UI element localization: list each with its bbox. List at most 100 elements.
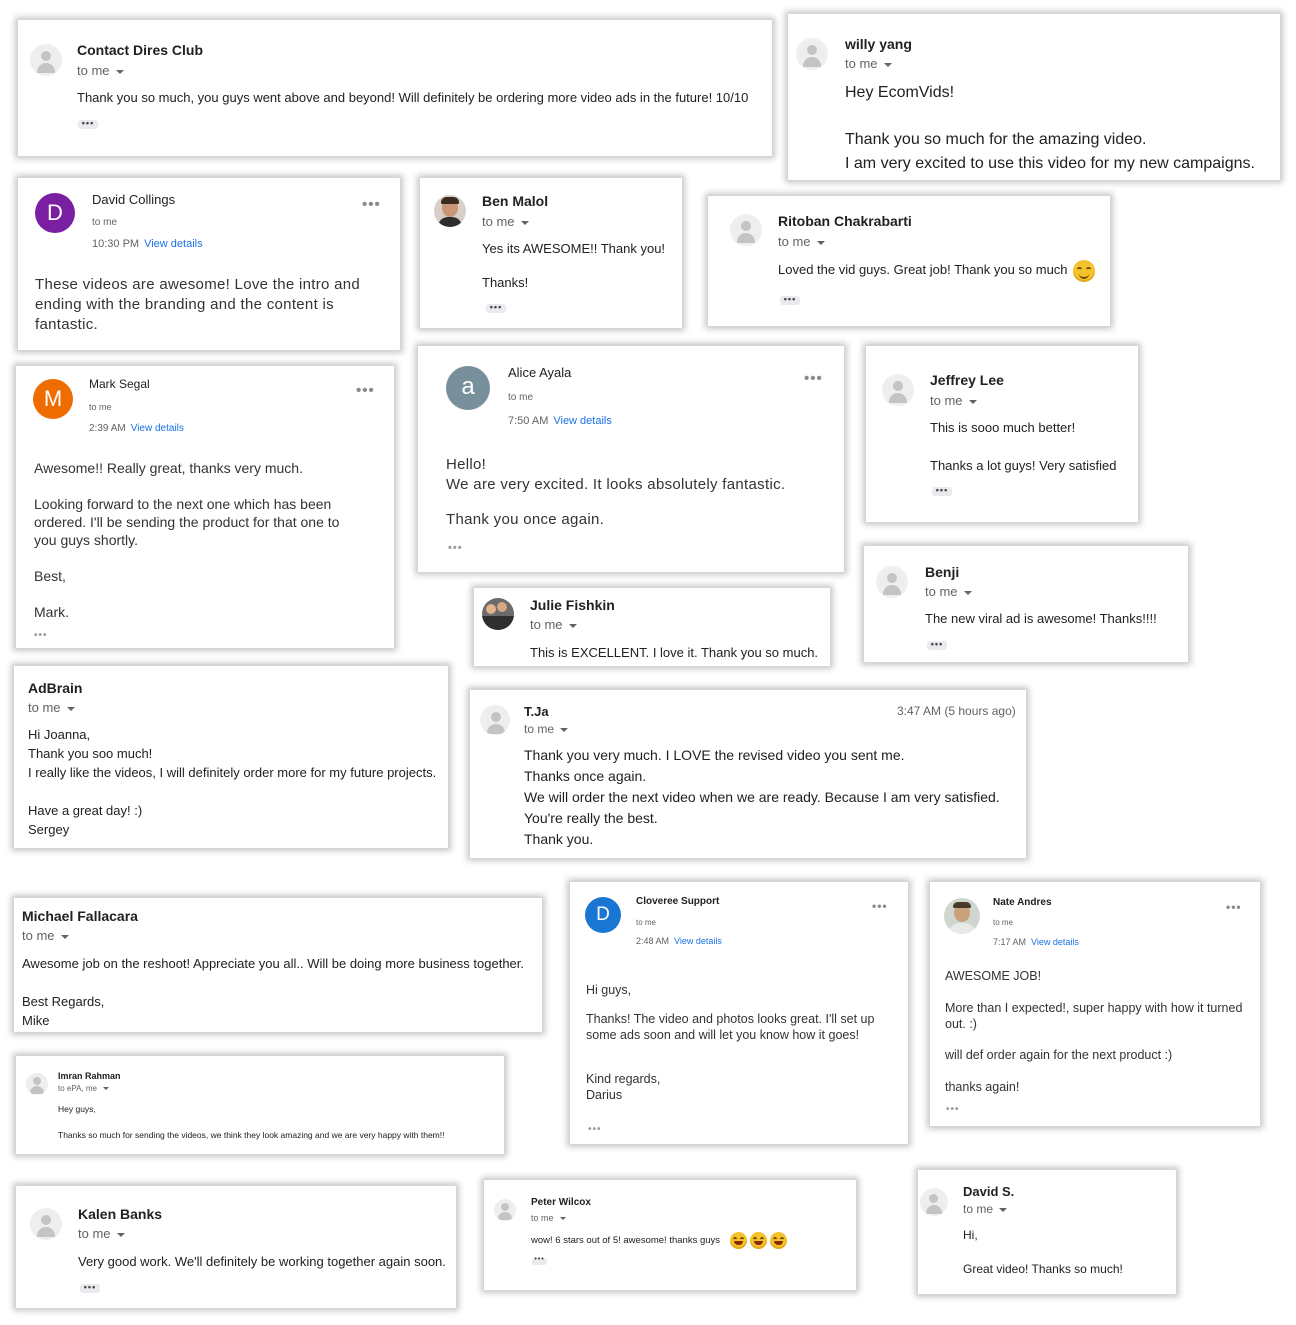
timestamp: 2:39 AM View details	[89, 423, 184, 434]
avatar-placeholder-icon	[494, 1199, 516, 1221]
message-line: will def order again for the next produc…	[945, 1048, 1173, 1062]
view-details-link[interactable]: View details	[553, 415, 612, 427]
recipient-dropdown[interactable]: to me	[524, 722, 569, 736]
sender-name: Ritoban Chakrabarti	[778, 213, 912, 229]
chevron-down-icon	[999, 1207, 1008, 1212]
view-details-link[interactable]: View details	[1031, 937, 1079, 947]
recipient-dropdown[interactable]: to me	[531, 1213, 566, 1223]
recipient-dropdown[interactable]: to me	[925, 584, 972, 599]
sender-name: Benji	[925, 564, 960, 580]
message-line: We are very excited. It looks absolutely…	[446, 476, 786, 493]
view-details-link[interactable]: View details	[131, 423, 184, 434]
more-options-icon[interactable]: •••	[804, 370, 823, 387]
sender-name: T.Ja	[524, 704, 549, 719]
email-card-ben-malol[interactable]: Ben Malol to me Yes its AWESOME!! Thank …	[420, 178, 682, 328]
laughing-emoji-icon	[730, 1232, 747, 1249]
trimmed-content-icon[interactable]: •••	[34, 630, 48, 641]
email-card-nate-andres[interactable]: Nate Andres ••• to me 7:17 AM View detail…	[930, 882, 1260, 1126]
email-card-kalen-banks[interactable]: Kalen Banks to me Very good work. We'll …	[16, 1186, 456, 1308]
message-body: Very good work. We'll definitely be work…	[78, 1254, 446, 1269]
recipient-dropdown[interactable]: to me	[530, 617, 577, 632]
avatar-placeholder-icon	[876, 566, 908, 598]
message-line: Have a great day! :)	[28, 803, 143, 818]
timestamp: 3:47 AM (5 hours ago)	[897, 704, 1016, 718]
recipient-dropdown[interactable]: to me	[28, 700, 75, 715]
email-card-david-s[interactable]: David S. to me Hi, Great video! Thanks s…	[918, 1170, 1176, 1294]
show-trimmed-button[interactable]: •••	[78, 119, 98, 129]
chevron-down-icon	[963, 590, 972, 595]
avatar-placeholder-icon	[30, 1208, 62, 1240]
more-options-icon[interactable]: •••	[356, 382, 375, 399]
message-line: Thank you.	[524, 831, 594, 847]
recipient-dropdown[interactable]: to me	[778, 234, 825, 249]
avatar-placeholder-icon	[30, 44, 62, 76]
message-body: Loved the vid guys. Great job! Thank you…	[778, 262, 1068, 277]
show-trimmed-button[interactable]: •••	[780, 295, 800, 305]
show-trimmed-button[interactable]: •••	[932, 486, 952, 496]
chevron-down-icon	[115, 69, 124, 74]
recipient-dropdown[interactable]: to me	[930, 393, 977, 408]
trimmed-content-icon[interactable]: •••	[448, 542, 463, 554]
message-line: Thanks once again.	[524, 768, 647, 784]
message-line: Thank you so much for the amazing video.	[845, 131, 1147, 148]
message-line: You're really the best.	[524, 810, 658, 826]
chevron-down-icon	[60, 934, 69, 939]
recipient-dropdown[interactable]: to me	[77, 63, 124, 78]
email-card-peter-wilcox[interactable]: Peter Wilcox to me wow! 6 stars out of 5…	[484, 1180, 856, 1290]
more-options-icon[interactable]: •••	[1226, 900, 1242, 914]
sender-name: Imran Rahman	[58, 1071, 121, 1081]
email-card-alice-ayala[interactable]: a Alice Ayala ••• to me 7:50 AM View deta…	[418, 346, 844, 572]
message-line: Kind regards,	[586, 1072, 661, 1086]
recipient-dropdown[interactable]: to me	[482, 214, 529, 229]
email-card-michael-fallacara[interactable]: Michael Fallacara to me Awesome job on t…	[14, 898, 542, 1032]
show-trimmed-button[interactable]: •••	[80, 1283, 100, 1293]
email-card-willy-yang[interactable]: willy yang to me Hey EcomVids! Thank you…	[788, 14, 1280, 180]
recipient-dropdown[interactable]: to me	[845, 56, 892, 71]
chevron-down-icon	[102, 1087, 109, 1091]
email-card-mark-segal[interactable]: M Mark Segal ••• to me 2:39 AM View detai…	[16, 366, 394, 648]
avatar	[434, 195, 466, 227]
more-options-icon[interactable]: •••	[362, 196, 381, 213]
recipient-label: to me	[636, 918, 657, 927]
avatar-placeholder-icon	[796, 38, 828, 70]
email-card-tja[interactable]: T.Ja 3:47 AM (5 hours ago) to me Thank y…	[470, 690, 1026, 858]
message-line: Awesome job on the reshoot! Appreciate y…	[22, 956, 524, 971]
view-details-link[interactable]: View details	[674, 936, 722, 946]
message-line: Best,	[34, 568, 66, 584]
sender-name: AdBrain	[28, 680, 83, 696]
email-card-jeffrey-lee[interactable]: Jeffrey Lee to me This is sooo much bett…	[866, 346, 1138, 522]
show-trimmed-button[interactable]: •••	[927, 640, 947, 650]
chevron-down-icon	[568, 623, 577, 628]
chevron-down-icon	[560, 727, 569, 732]
email-card-contact-dires-club[interactable]: Contact Dires Club to me Thank you so mu…	[18, 20, 772, 156]
sender-name: willy yang	[845, 36, 912, 52]
email-card-benji[interactable]: Benji to me The new viral ad is awesome!…	[864, 546, 1188, 662]
trimmed-content-icon[interactable]: •••	[946, 1104, 960, 1115]
sender-name: Peter Wilcox	[531, 1197, 591, 1208]
recipient-label: to me	[89, 402, 112, 412]
email-card-imran-rahman[interactable]: Imran Rahman to ePA, me Hey guys, Thanks…	[16, 1056, 504, 1154]
email-card-david-collings[interactable]: D David Collings ••• to me 10:30 PM View …	[18, 178, 400, 350]
email-card-julie-fishkin[interactable]: Julie Fishkin to me This is EXCELLENT. I…	[474, 588, 830, 666]
recipient-dropdown[interactable]: to me	[963, 1202, 1008, 1216]
message-line: Thank you once again.	[446, 511, 605, 528]
view-details-link[interactable]: View details	[144, 238, 203, 250]
timestamp: 10:30 PM View details	[92, 238, 203, 250]
email-card-cloveree-support[interactable]: D Cloveree Support ••• to me 2:48 AM View…	[570, 882, 908, 1144]
sender-name: Jeffrey Lee	[930, 372, 1004, 388]
message-line: thanks again!	[945, 1080, 1020, 1094]
show-trimmed-button[interactable]: •••	[532, 1256, 547, 1265]
more-options-icon[interactable]: •••	[872, 899, 888, 913]
message-line: Best Regards,	[22, 994, 105, 1009]
email-card-ritoban[interactable]: Ritoban Chakrabarti to me Loved the vid …	[708, 196, 1110, 326]
trimmed-content-icon[interactable]: •••	[588, 1124, 602, 1135]
email-card-adbrain[interactable]: AdBrain to me Hi Joanna, Thank you soo m…	[14, 666, 448, 848]
recipient-dropdown[interactable]: to me	[22, 928, 69, 943]
message-line: Thanks! The video and photos looks great…	[586, 1012, 875, 1042]
show-trimmed-button[interactable]: •••	[486, 303, 506, 313]
recipient-dropdown[interactable]: to me	[78, 1226, 125, 1241]
message-body: The new viral ad is awesome! Thanks!!!!	[925, 611, 1157, 626]
recipient-dropdown[interactable]: to ePA, me	[58, 1084, 109, 1093]
message-line: Thanks so much for sending the videos, w…	[58, 1130, 445, 1140]
sender-name: Alice Ayala	[508, 365, 572, 380]
